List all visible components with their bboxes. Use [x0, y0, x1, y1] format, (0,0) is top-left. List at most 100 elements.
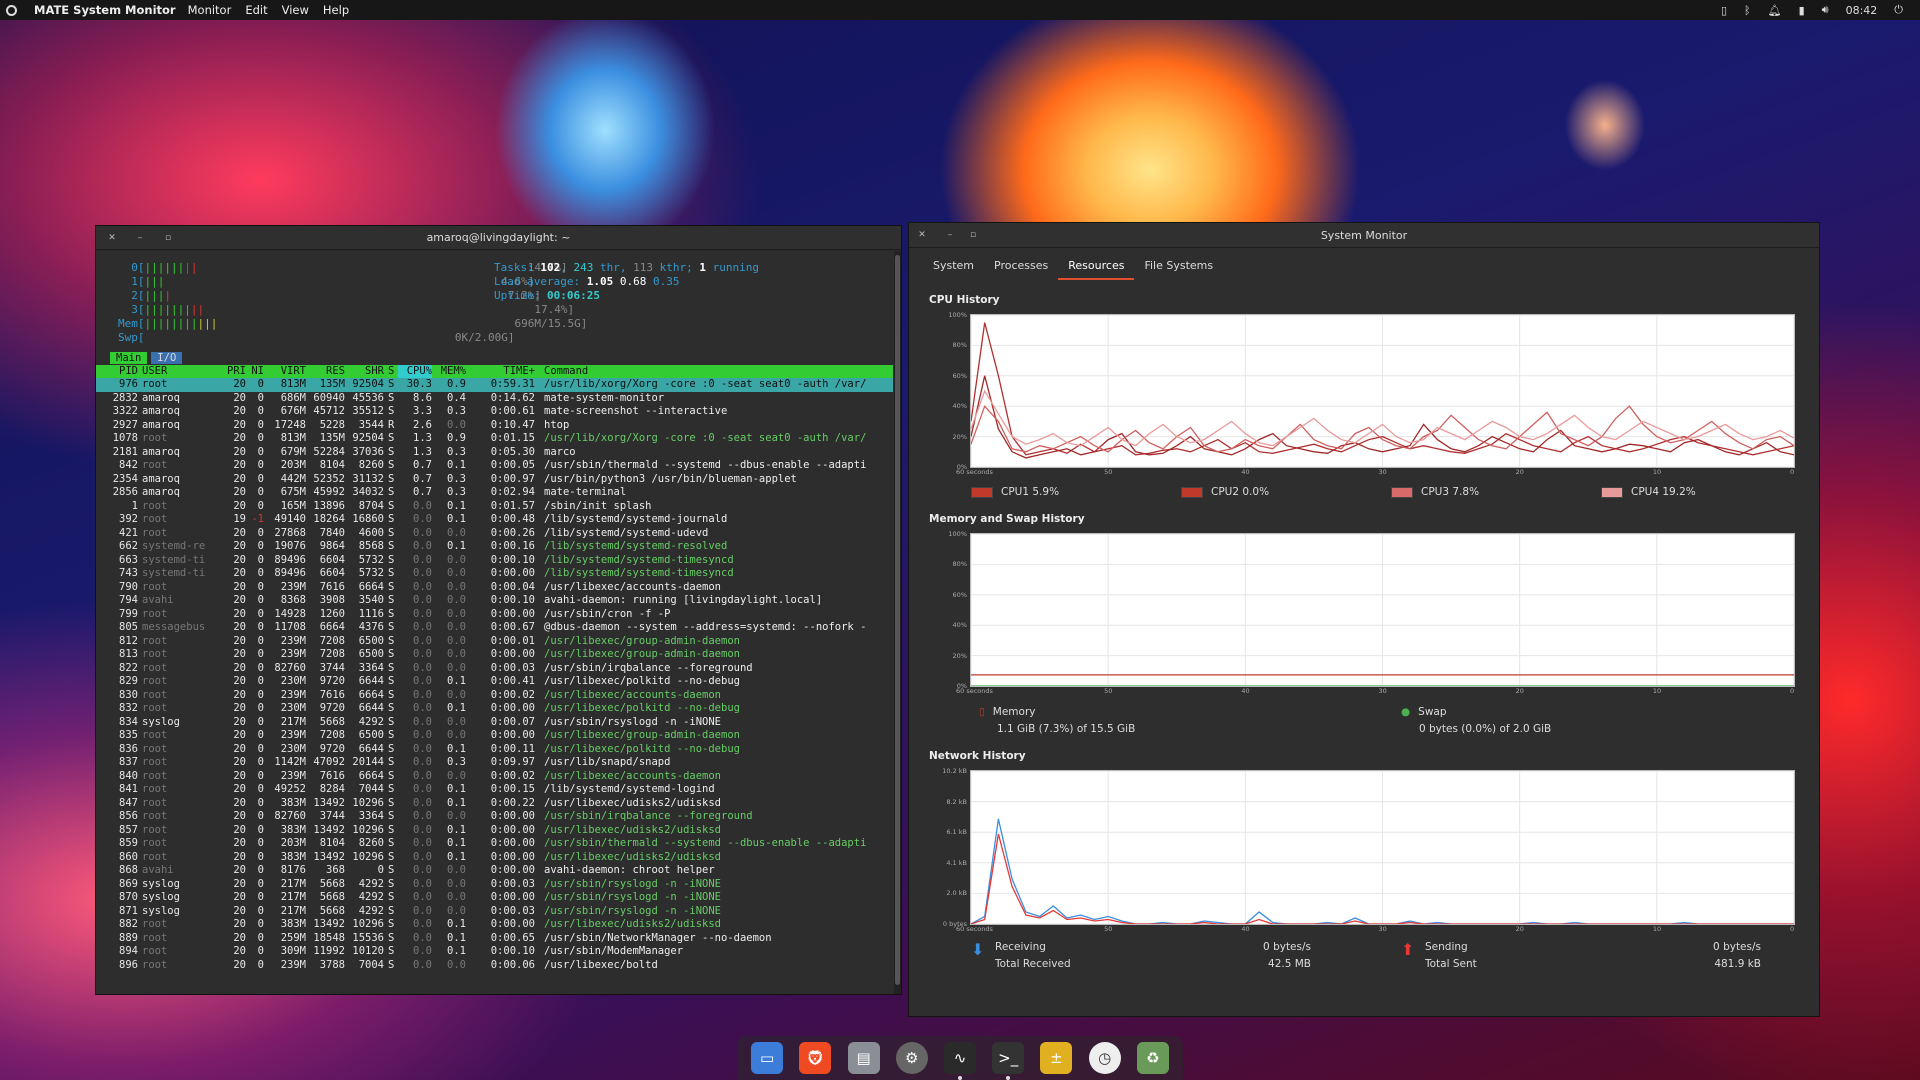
- process-row[interactable]: 894 root 20 0 309M 11992 10120 S 0.0 0.1 0:00.10/u…: [96, 945, 893, 959]
- files-icon[interactable]: ▭: [751, 1042, 784, 1074]
- process-row[interactable]: 421 root 20 0 27868 7840 4600 S 0.0 0.0 0:00.26/li…: [96, 527, 893, 541]
- process-row[interactable]: 830 root 20 0 239M 7616 6664 S 0.0 0.0 0:00.02/usr…: [96, 689, 893, 703]
- legend-color-swatch[interactable]: [971, 486, 993, 498]
- settings-icon[interactable]: ⚙: [895, 1042, 928, 1074]
- htop-screen[interactable]: 0[|||||||| 14.7%] 1[||| 4.6%] 2[|||| 7.2%] …: [96, 251, 896, 994]
- cpu-legend-item[interactable]: CPU1 5.9%: [971, 486, 1059, 498]
- process-row[interactable]: 822 root 20 0 82760 3744 3364 S 0.0 0.0 0:00.03/us…: [96, 662, 893, 676]
- process-row[interactable]: 896 root 20 0 239M 3788 7004 S 0.0 0.0 0:00.06/usr…: [96, 959, 893, 973]
- process-row[interactable]: 847 root 20 0 383M 13492 10296 S 0.0 0.1 0:00.22/u…: [96, 797, 893, 811]
- cpu-legend-item[interactable]: CPU4 19.2%: [1601, 486, 1696, 498]
- column-header[interactable]: S: [388, 365, 394, 378]
- process-row[interactable]: 842 root 20 0 203M 8104 8260 S 0.7 0.1 0:00.05/usr…: [96, 459, 893, 473]
- tab-resources[interactable]: Resources: [1058, 256, 1135, 280]
- cpu-legend-item[interactable]: CPU3 7.8%: [1391, 486, 1479, 498]
- process-row[interactable]: 1078 root 20 0 813M 135M 92504 S 1.3 0.9 0:01.15/u…: [96, 432, 893, 446]
- folder-icon[interactable]: ▤: [847, 1042, 880, 1074]
- close-icon[interactable]: ✕: [916, 229, 928, 241]
- app-name[interactable]: MATE System Monitor: [34, 3, 176, 17]
- process-row[interactable]: 837 root 20 0 1142M 47092 20144 S 0.0 0.3 0:09.97 /…: [96, 756, 893, 770]
- column-header[interactable]: MEM%: [436, 365, 466, 378]
- close-icon[interactable]: ✕: [106, 232, 118, 244]
- process-row[interactable]: 663 systemd-ti 20 0 89496 6604 5732 S 0.0 0.0 0:00…: [96, 554, 893, 568]
- process-row[interactable]: 794 avahi 20 0 8368 3908 3540 S 0.0 0.0 0:00.10 ava…: [96, 594, 893, 608]
- terminal-scrollbar[interactable]: [894, 251, 901, 994]
- process-row[interactable]: 871 syslog 20 0 217M 5668 4292 S 0.0 0.0 0:00.03/u…: [96, 905, 893, 919]
- process-row[interactable]: 834 syslog 20 0 217M 5668 4292 S 0.0 0.0 0:00.07/u…: [96, 716, 893, 730]
- system-monitor-icon[interactable]: ∿: [943, 1042, 976, 1080]
- process-row[interactable]: 976 root 20 0 813M 135M 92504 S 30.3 0.9 0:59.31/u…: [96, 378, 893, 392]
- column-header[interactable]: Command: [544, 365, 588, 378]
- process-row[interactable]: 882 root 20 0 383M 13492 10296 S 0.0 0.1 0:00.00/u…: [96, 918, 893, 932]
- process-row[interactable]: 859 root 20 0 203M 8104 8260 S 0.0 0.1 0:00.00/usr…: [96, 837, 893, 851]
- process-row[interactable]: 812 root 20 0 239M 7208 6500 S 0.0 0.0 0:00.01/usr…: [96, 635, 893, 649]
- process-row[interactable]: 743 systemd-ti 20 0 89496 6604 5732 S 0.0 0.0 0:00…: [96, 567, 893, 581]
- process-row[interactable]: 799 root 20 0 14928 1260 1116 S 0.0 0.0 0:00.00/us…: [96, 608, 893, 622]
- process-row[interactable]: 790 root 20 0 239M 7616 6664 S 0.0 0.0 0:00.04/usr…: [96, 581, 893, 595]
- process-row[interactable]: 860 root 20 0 383M 13492 10296 S 0.0 0.1 0:00.00/u…: [96, 851, 893, 865]
- tab-main[interactable]: Main: [110, 352, 148, 364]
- process-row[interactable]: 856 root 20 0 82760 3744 3364 S 0.0 0.0 0:00.00/us…: [96, 810, 893, 824]
- process-row[interactable]: 889 root 20 0 259M 18548 15536 S 0.0 0.1 0:00.65/u…: [96, 932, 893, 946]
- legend-color-swatch[interactable]: [1181, 486, 1203, 498]
- legend-color-swatch[interactable]: [1391, 486, 1413, 498]
- column-header[interactable]: SHR: [348, 365, 384, 378]
- process-row[interactable]: 2927 amaroq 20 0 17248 5228 3544 R 2.6 0.0 0:10.47…: [96, 419, 893, 433]
- battery-icon[interactable]: ▮: [1799, 4, 1805, 17]
- calculator-icon[interactable]: ±: [1040, 1042, 1073, 1074]
- column-header[interactable]: VIRT: [266, 365, 306, 378]
- clock-icon[interactable]: ◷: [1088, 1042, 1121, 1074]
- brave-icon[interactable]: 🦁︎: [799, 1042, 832, 1074]
- maximize-icon[interactable]: ▫: [967, 229, 979, 241]
- process-row[interactable]: 841 root 20 0 49252 8284 7044 S 0.0 0.1 0:00.15/li…: [96, 783, 893, 797]
- column-header[interactable]: CPU%: [398, 365, 432, 378]
- process-row[interactable]: 392 root 19 -1 49140 18264 16860 S 0.0 0.1 0:00.48…: [96, 513, 893, 527]
- column-header[interactable]: RES: [311, 365, 345, 378]
- mate-logo-icon[interactable]: [0, 0, 22, 20]
- legend-color-swatch[interactable]: [1601, 486, 1623, 498]
- menu-monitor[interactable]: Monitor: [188, 3, 232, 17]
- clipboard-icon[interactable]: ▯: [1721, 4, 1727, 17]
- process-row[interactable]: 857 root 20 0 383M 13492 10296 S 0.0 0.1 0:00.00/u…: [96, 824, 893, 838]
- process-row[interactable]: 832 root 20 0 230M 9720 6644 S 0.0 0.1 0:00.00/usr…: [96, 702, 893, 716]
- tab-file-systems[interactable]: File Systems: [1134, 256, 1223, 280]
- process-row[interactable]: 3322 amaroq 20 0 676M 45712 35512 S 3.3 0.3 0:00.6…: [96, 405, 893, 419]
- process-row[interactable]: 870 syslog 20 0 217M 5668 4292 S 0.0 0.0 0:00.00/u…: [96, 891, 893, 905]
- column-header[interactable]: NI: [250, 365, 264, 378]
- process-row[interactable]: 2181 amaroq 20 0 679M 52284 37036 S 1.3 0.3 0:05.3…: [96, 446, 893, 460]
- volume-icon[interactable]: 🔊︎: [1822, 3, 1829, 17]
- process-row[interactable]: 840 root 20 0 239M 7616 6664 S 0.0 0.0 0:00.02/usr…: [96, 770, 893, 784]
- column-header[interactable]: PID: [96, 365, 138, 378]
- process-row[interactable]: 869 syslog 20 0 217M 5668 4292 S 0.0 0.0 0:00.03/u…: [96, 878, 893, 892]
- sysmon-titlebar[interactable]: ✕ – ▫ System Monitor: [909, 223, 1819, 248]
- process-row[interactable]: 813 root 20 0 239M 7208 6500 S 0.0 0.0 0:00.00/usr…: [96, 648, 893, 662]
- cpu-legend-item[interactable]: CPU2 0.0%: [1181, 486, 1269, 498]
- terminal-titlebar[interactable]: ✕ – ▫ amaroq@livingdaylight: ~: [96, 226, 901, 250]
- process-row[interactable]: 835 root 20 0 239M 7208 6500 S 0.0 0.0 0:00.00/usr…: [96, 729, 893, 743]
- process-row[interactable]: 2354 amaroq 20 0 442M 52352 31132 S 0.7 0.3 0:00.9…: [96, 473, 893, 487]
- process-row[interactable]: 829 root 20 0 230M 9720 6644 S 0.0 0.1 0:00.41/usr…: [96, 675, 893, 689]
- notification-bell-icon[interactable]: 🔔︎: [1768, 4, 1782, 17]
- bluetooth-icon[interactable]: ᛒ: [1744, 4, 1751, 17]
- power-icon[interactable]: ⏻: [1894, 3, 1903, 17]
- minimize-icon[interactable]: –: [944, 229, 956, 241]
- process-row[interactable]: 2856 amaroq 20 0 675M 45992 34032 S 0.7 0.3 0:02.9…: [96, 486, 893, 500]
- tab-processes[interactable]: Processes: [984, 256, 1058, 280]
- trash-icon[interactable]: ♻: [1136, 1042, 1169, 1074]
- process-row[interactable]: 836 root 20 0 230M 9720 6644 S 0.0 0.1 0:00.11/usr…: [96, 743, 893, 757]
- column-header[interactable]: TIME+: [471, 365, 535, 378]
- maximize-icon[interactable]: ▫: [162, 232, 174, 244]
- minimize-icon[interactable]: –: [134, 232, 146, 244]
- terminal-icon[interactable]: >_: [992, 1042, 1025, 1080]
- column-header[interactable]: USER: [142, 365, 167, 378]
- process-row[interactable]: 662 systemd-re 20 0 19076 9864 8568 S 0.0 0.1 0:00…: [96, 540, 893, 554]
- clock[interactable]: 08:42: [1846, 4, 1878, 17]
- process-row[interactable]: 868 avahi 20 0 8176 368 0 S 0.0 0.0 0:00.00 avahi-d…: [96, 864, 893, 878]
- process-row[interactable]: 2832 amaroq 20 0 686M 60940 45536 S 8.6 0.4 0:14.6…: [96, 392, 893, 406]
- menu-help[interactable]: Help: [323, 3, 349, 17]
- process-row[interactable]: 1 root 20 0 165M 13896 8704 S 0.0 0.1 0:01.57/sbin…: [96, 500, 893, 514]
- tab-io[interactable]: I/O: [151, 352, 183, 364]
- process-row[interactable]: 805 messagebus 20 0 11708 6664 4376 S 0.0 0.0 0:00…: [96, 621, 893, 635]
- tab-system[interactable]: System: [923, 256, 984, 280]
- menu-view[interactable]: View: [282, 3, 309, 17]
